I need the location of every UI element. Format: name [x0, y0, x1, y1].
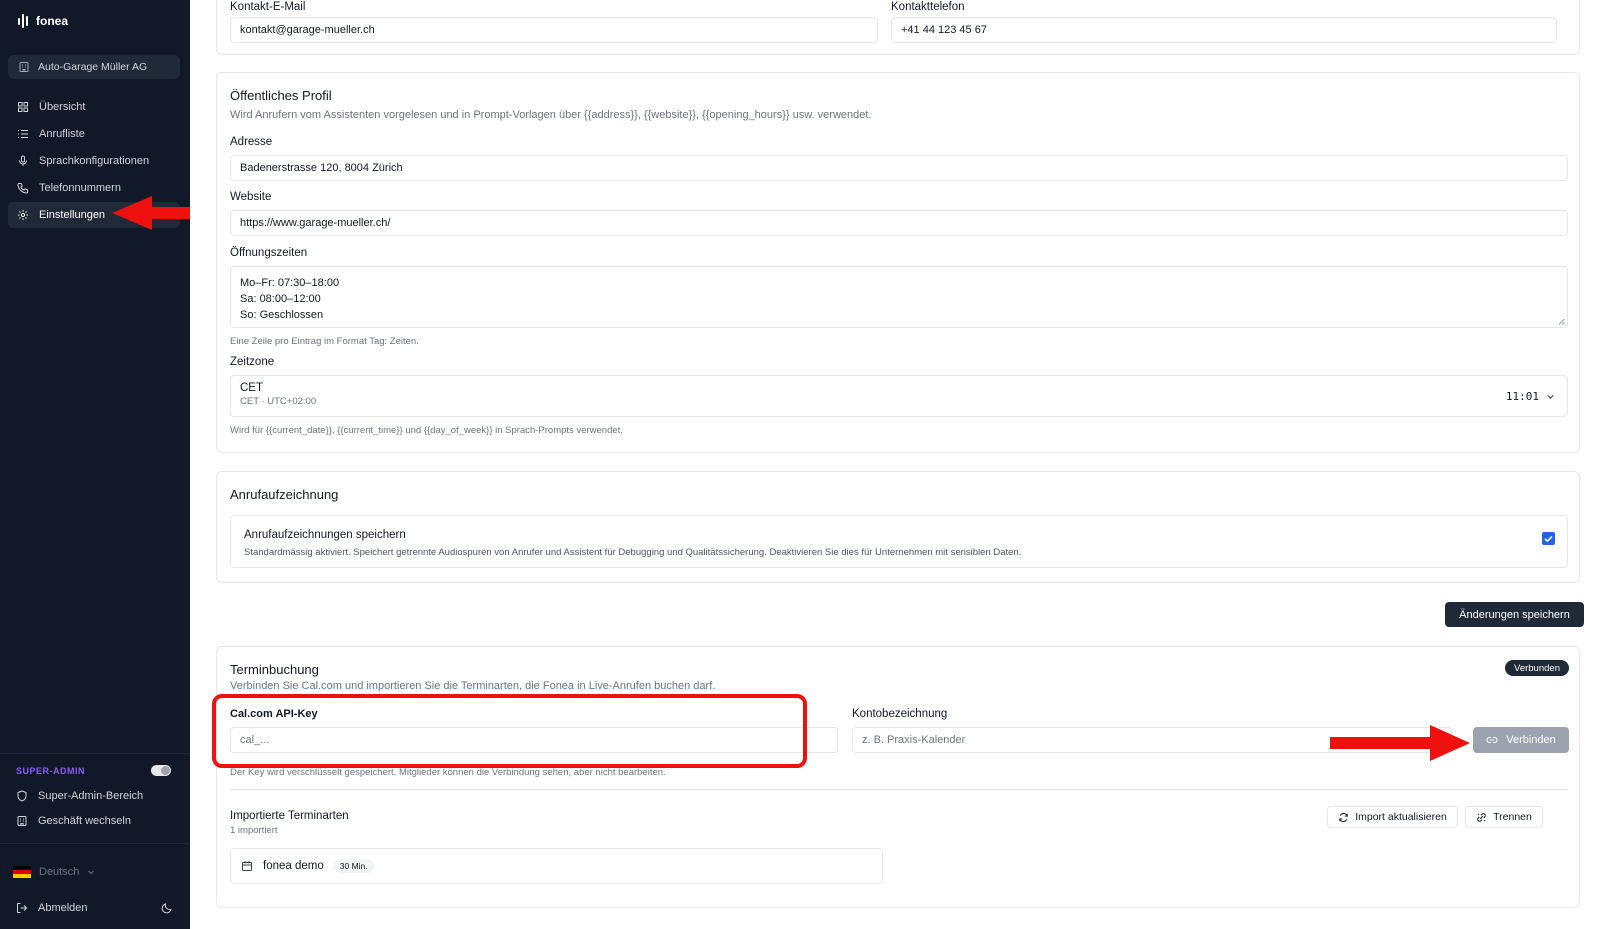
unlink-icon	[1477, 812, 1486, 822]
sidebar-divider	[0, 753, 190, 754]
resize-handle-icon[interactable]	[1558, 318, 1565, 325]
disconnect-button[interactable]: Trennen	[1465, 806, 1543, 828]
disconnect-label: Trennen	[1493, 811, 1532, 823]
recording-card: Anrufaufzeichnung Anrufaufzeichnungen sp…	[216, 471, 1580, 583]
sidebar: fonea Auto-Garage Müller AG Übersicht An…	[0, 0, 222, 929]
timezone-time: 11:01	[1505, 390, 1539, 403]
timezone-label: Zeitzone	[230, 356, 275, 368]
sidebar-divider	[0, 843, 190, 844]
public-profile-card: Öffentliches Profil Wird Anrufern vom As…	[216, 72, 1580, 453]
annotation-highlight-box	[212, 694, 807, 768]
logout-button[interactable]: Abmelden	[16, 902, 88, 914]
mic-icon	[19, 155, 27, 166]
event-type-duration: 30 Min.	[333, 859, 374, 873]
website-input[interactable]: https://www.garage-mueller.ch/	[230, 210, 1568, 236]
moon-icon[interactable]	[161, 902, 173, 914]
event-type-name: fonea demo	[263, 860, 324, 872]
booking-card: Terminbuchung Verbinden Sie Cal.com und …	[216, 646, 1580, 908]
checkmark-icon	[1544, 535, 1553, 543]
sidebar-item-label: Sprachkonfigurationen	[39, 155, 150, 167]
sidebar-item-label: Super-Admin-Bereich	[38, 790, 144, 802]
save-changes-button[interactable]: Änderungen speichern	[1445, 602, 1584, 627]
settings-main: Kontakt-E-Mail kontakt@garage-mueller.ch…	[190, 0, 1600, 929]
connected-badge: Verbunden	[1505, 660, 1569, 676]
recording-title: Anrufaufzeichnung	[230, 487, 339, 502]
booking-divider	[230, 789, 1568, 790]
annotation-arrow	[1330, 725, 1470, 761]
hours-line: So: Geschlossen	[240, 309, 324, 321]
hours-hint: Eine Zeile pro Eintrag im Format Tag: Ze…	[230, 336, 419, 347]
timezone-select[interactable]: CET CET · UTC+02:00 11:01	[230, 375, 1568, 417]
app-logo[interactable]: fonea	[18, 14, 68, 28]
fonea-logo-icon	[18, 14, 28, 28]
connect-button-label: Verbinden	[1506, 734, 1556, 746]
language-selector[interactable]: Deutsch	[13, 866, 95, 878]
booking-description: Verbinden Sie Cal.com und importieren Si…	[230, 680, 716, 692]
building-icon	[17, 816, 27, 826]
sidebar-item-label: Übersicht	[39, 101, 86, 113]
recording-option-title: Anrufaufzeichnungen speichern	[244, 529, 406, 541]
recording-option: Anrufaufzeichnungen speichern Standardmä…	[230, 515, 1568, 568]
email-label: Kontakt-E-Mail	[230, 1, 306, 13]
logout-icon	[17, 903, 28, 913]
german-flag-icon	[13, 866, 31, 878]
api-key-hint: Der Key wird verschlüsselt gespeichert. …	[230, 767, 666, 778]
phone-icon	[17, 183, 28, 194]
sidebar-item-uebersicht[interactable]: Übersicht	[8, 94, 180, 120]
company-name: Auto-Garage Müller AG	[38, 61, 148, 73]
shield-icon	[17, 790, 27, 802]
grid-icon	[18, 102, 28, 112]
gear-icon	[18, 210, 28, 220]
refresh-icon	[1339, 812, 1348, 822]
timezone-sub: CET · UTC+02:00	[240, 396, 317, 407]
calendar-icon	[242, 861, 252, 871]
super-admin-toggle[interactable]	[151, 765, 171, 776]
email-input[interactable]: kontakt@garage-mueller.ch	[230, 17, 878, 43]
sidebar-item-geschaeft-wechseln[interactable]: Geschäft wechseln	[16, 815, 131, 827]
hours-line: Sa: 08:00–12:00	[240, 293, 321, 305]
address-input[interactable]: Badenerstrasse 120, 8004 Zürich	[230, 155, 1568, 181]
account-label: Kontobezeichnung	[852, 708, 948, 720]
list-icon	[18, 130, 28, 138]
sidebar-item-super-admin-bereich[interactable]: Super-Admin-Bereich	[16, 790, 143, 802]
sidebar-item-label: Geschäft wechseln	[38, 815, 131, 827]
profile-title: Öffentliches Profil	[230, 88, 332, 103]
website-label: Website	[230, 191, 272, 203]
recording-option-description: Standardmässig aktiviert. Speichert getr…	[244, 547, 1022, 558]
imported-count: 1 importiert	[230, 825, 278, 836]
logout-label: Abmelden	[38, 902, 88, 914]
sidebar-item-label: Telefonnummern	[39, 182, 121, 194]
imported-title: Importierte Terminarten	[230, 810, 349, 822]
link-icon	[1486, 736, 1498, 744]
phone-input[interactable]: +41 44 123 45 67	[891, 17, 1557, 43]
sidebar-item-label: Anrufliste	[39, 128, 85, 140]
address-label: Adresse	[230, 136, 273, 148]
contact-card: Kontakt-E-Mail kontakt@garage-mueller.ch…	[216, 0, 1580, 55]
hours-textarea[interactable]: Mo–Fr: 07:30–18:00 Sa: 08:00–12:00 So: G…	[230, 266, 1568, 328]
building-icon	[19, 62, 29, 72]
sidebar-item-label: Einstellungen	[39, 209, 106, 221]
event-type-item[interactable]: fonea demo 30 Min.	[230, 848, 883, 884]
refresh-import-label: Import aktualisieren	[1355, 811, 1447, 823]
app-name: fonea	[36, 14, 69, 28]
sidebar-item-sprachkonfigurationen[interactable]: Sprachkonfigurationen	[8, 148, 180, 174]
chevron-down-icon	[1547, 394, 1554, 399]
hours-label: Öffnungszeiten	[230, 247, 308, 259]
hours-line: Mo–Fr: 07:30–18:00	[240, 277, 340, 289]
booking-title: Terminbuchung	[230, 662, 319, 677]
sidebar-item-anrufliste[interactable]: Anrufliste	[8, 121, 180, 147]
company-switcher[interactable]: Auto-Garage Müller AG	[8, 55, 180, 79]
timezone-hint: Wird für {{current_date}}, {{current_tim…	[230, 425, 623, 436]
language-label: Deutsch	[39, 866, 80, 878]
timezone-value: CET	[240, 382, 263, 394]
refresh-import-button[interactable]: Import aktualisieren	[1327, 806, 1458, 828]
phone-label: Kontakttelefon	[891, 1, 965, 13]
profile-description: Wird Anrufern vom Assistenten vorgelesen…	[230, 109, 872, 121]
chevron-down-icon	[88, 870, 95, 875]
connect-button[interactable]: Verbinden	[1473, 727, 1569, 753]
recording-checkbox[interactable]	[1542, 532, 1555, 545]
super-admin-label: SUPER-ADMIN	[16, 766, 86, 776]
